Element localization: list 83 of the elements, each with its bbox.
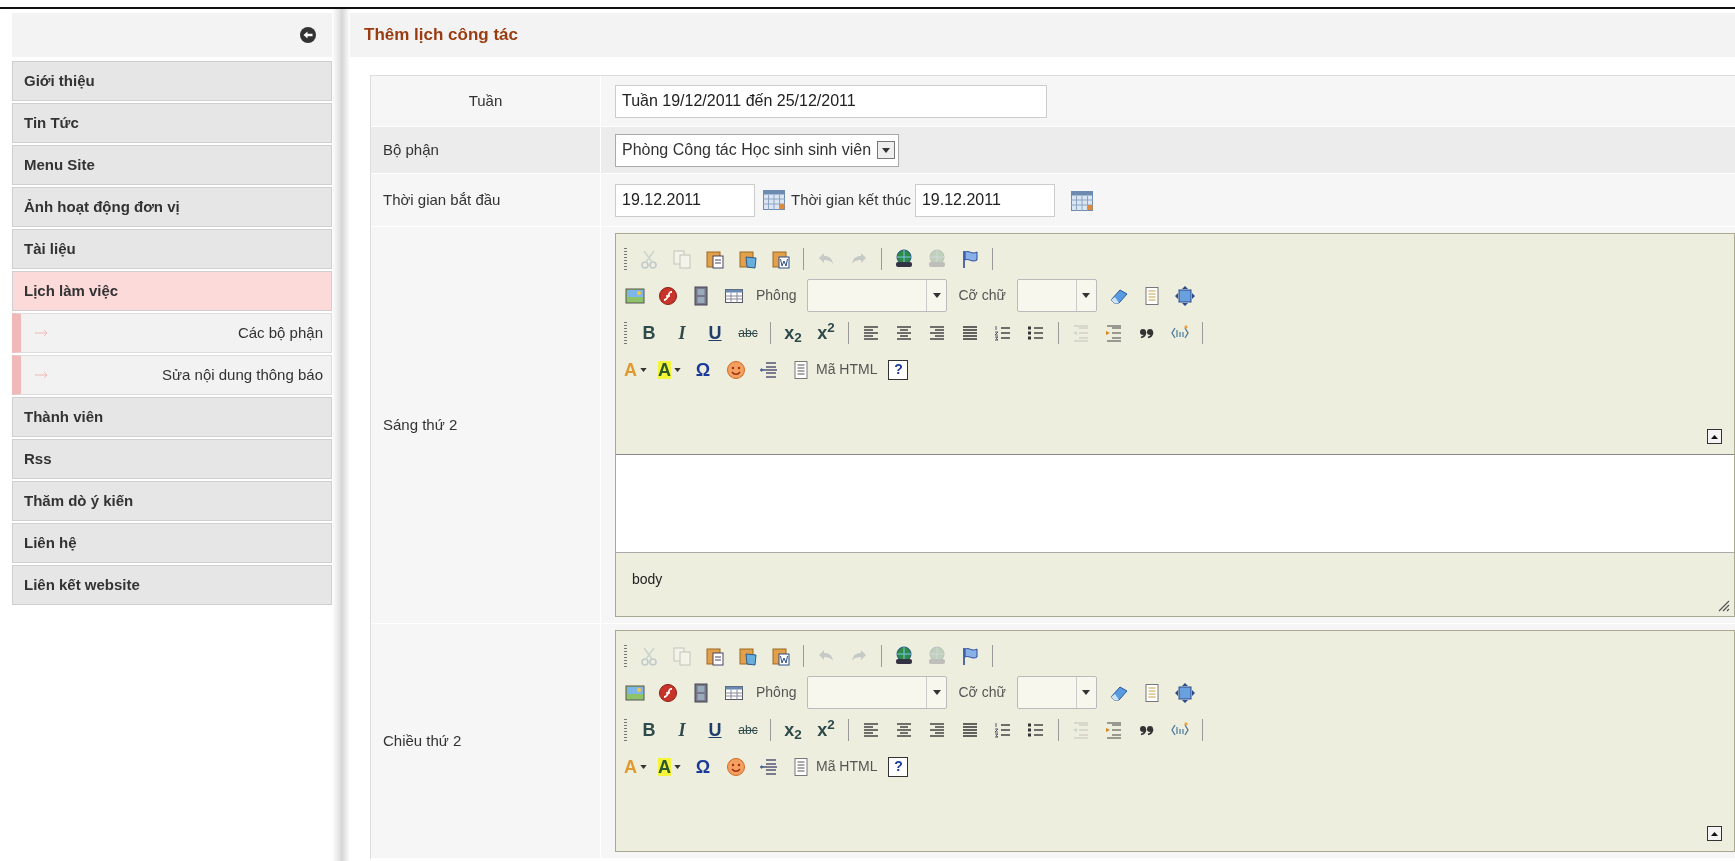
week-field[interactable]: Tuần 19/12/2011 đến 25/12/2011 xyxy=(615,84,1047,118)
smiley-icon[interactable] xyxy=(725,358,747,381)
menu-item[interactable]: Menu Site xyxy=(12,145,332,185)
toolbar-label: Phông xyxy=(756,683,797,702)
toolbar-label: Phông xyxy=(756,286,797,305)
italic-button[interactable]: I xyxy=(671,321,693,344)
dropdown-field[interactable] xyxy=(807,676,948,709)
globe-icon[interactable] xyxy=(893,247,915,270)
field-label: Chiều thứ 2 xyxy=(383,730,462,751)
bold-button[interactable]: B xyxy=(638,718,660,741)
caret-icon[interactable] xyxy=(1082,690,1091,695)
underline-button[interactable]: U xyxy=(704,321,726,344)
caret-icon xyxy=(1711,434,1718,439)
smiley-icon[interactable] xyxy=(725,755,747,778)
source-button[interactable]: Mã HTML xyxy=(791,359,878,380)
script-button[interactable]: x$_{2}$ xyxy=(782,321,804,344)
toolbar-label: Cỡ chữ xyxy=(958,286,1006,305)
help-button[interactable]: ? xyxy=(888,359,909,380)
caret-icon[interactable] xyxy=(933,690,941,695)
field-label: Tuần xyxy=(468,90,503,111)
flash-icon[interactable] xyxy=(657,284,679,307)
dropdown-field[interactable] xyxy=(807,279,948,312)
script-button[interactable]: x$_{2}$ xyxy=(782,718,804,741)
caret-icon[interactable] xyxy=(1082,293,1091,298)
menu-item[interactable]: Tài liệu xyxy=(12,229,332,269)
end-date-field[interactable]: 19.12.2011 xyxy=(914,183,1055,217)
menu-item[interactable]: Thành viên xyxy=(12,397,332,437)
resize-handle[interactable] xyxy=(1716,598,1730,612)
document-icon xyxy=(791,756,811,777)
field-label: Thời gian kết thúc xyxy=(791,189,911,210)
caret-icon[interactable] xyxy=(640,367,647,372)
field-label: Thời gian bắt đầu xyxy=(383,189,501,210)
flash-icon[interactable] xyxy=(657,681,679,704)
arrow-icon xyxy=(35,371,49,379)
italic-button[interactable]: I xyxy=(671,718,693,741)
menu-item[interactable]: Liên kết website xyxy=(12,565,332,605)
special-character-button[interactable]: Ω xyxy=(692,755,714,778)
caret-icon[interactable] xyxy=(882,147,891,153)
menu-item[interactable]: Liên hệ xyxy=(12,523,332,563)
script-button[interactable]: x$^{2}$ xyxy=(815,718,837,741)
collapse-toolbar-button[interactable] xyxy=(1707,826,1722,841)
page-title: Thêm lịch công tác xyxy=(364,24,518,47)
arrow-icon xyxy=(35,329,49,337)
menu-item[interactable]: Rss xyxy=(12,439,332,479)
maximize-icon[interactable] xyxy=(1173,284,1196,307)
highlight-color-button[interactable]: A xyxy=(658,358,681,381)
menu-item[interactable]: Tin Tức xyxy=(12,103,332,143)
field-label: Bộ phận xyxy=(383,139,439,160)
calendar-icon[interactable] xyxy=(1070,190,1093,211)
maximize-icon[interactable] xyxy=(1173,681,1196,704)
highlight-color-button[interactable]: A xyxy=(658,755,681,778)
special-character-button[interactable]: Ω xyxy=(692,358,714,381)
caret-icon[interactable] xyxy=(674,764,681,769)
caret-icon xyxy=(1711,831,1718,836)
document-icon xyxy=(791,359,811,380)
submenu-item[interactable]: Sửa nội dung thông báo xyxy=(12,355,332,395)
field-label: Sáng thứ 2 xyxy=(383,414,458,435)
strikethrough-button[interactable]: abc xyxy=(737,321,759,344)
collapse-toolbar-button[interactable] xyxy=(1707,429,1722,444)
menu-item[interactable]: Lịch làm việc xyxy=(12,271,332,311)
editor-text-area[interactable] xyxy=(616,454,1734,553)
caret-icon[interactable] xyxy=(674,367,681,372)
menu-item[interactable]: Giới thiệu xyxy=(12,61,332,101)
start-date-field[interactable]: 19.12.2011 xyxy=(615,183,755,217)
caret-icon[interactable] xyxy=(640,764,647,769)
strikethrough-button[interactable]: abc xyxy=(737,718,759,741)
help-button[interactable]: ? xyxy=(888,756,909,777)
submenu-item[interactable]: Các bộ phận xyxy=(12,313,332,353)
dropdown-field[interactable] xyxy=(1016,279,1097,312)
underline-button[interactable]: U xyxy=(704,718,726,741)
script-button[interactable]: x$^{2}$ xyxy=(815,321,837,344)
department-select[interactable]: Phòng Công tác Học sinh sinh viên xyxy=(615,133,900,167)
menu-item[interactable]: Thăm dò ý kiến xyxy=(12,481,332,521)
bold-button[interactable]: B xyxy=(638,321,660,344)
dropdown-field[interactable] xyxy=(1016,676,1097,709)
source-button[interactable]: Mã HTML xyxy=(791,756,878,777)
toolbar-label: Cỡ chữ xyxy=(958,683,1006,702)
collapse-icon[interactable] xyxy=(300,27,316,43)
element-path[interactable]: body xyxy=(632,571,663,587)
globe-icon[interactable] xyxy=(893,644,915,667)
caret-icon[interactable] xyxy=(933,293,941,298)
menu-item[interactable]: Ảnh hoạt động đơn vị xyxy=(12,187,332,227)
calendar-icon[interactable] xyxy=(763,190,785,210)
